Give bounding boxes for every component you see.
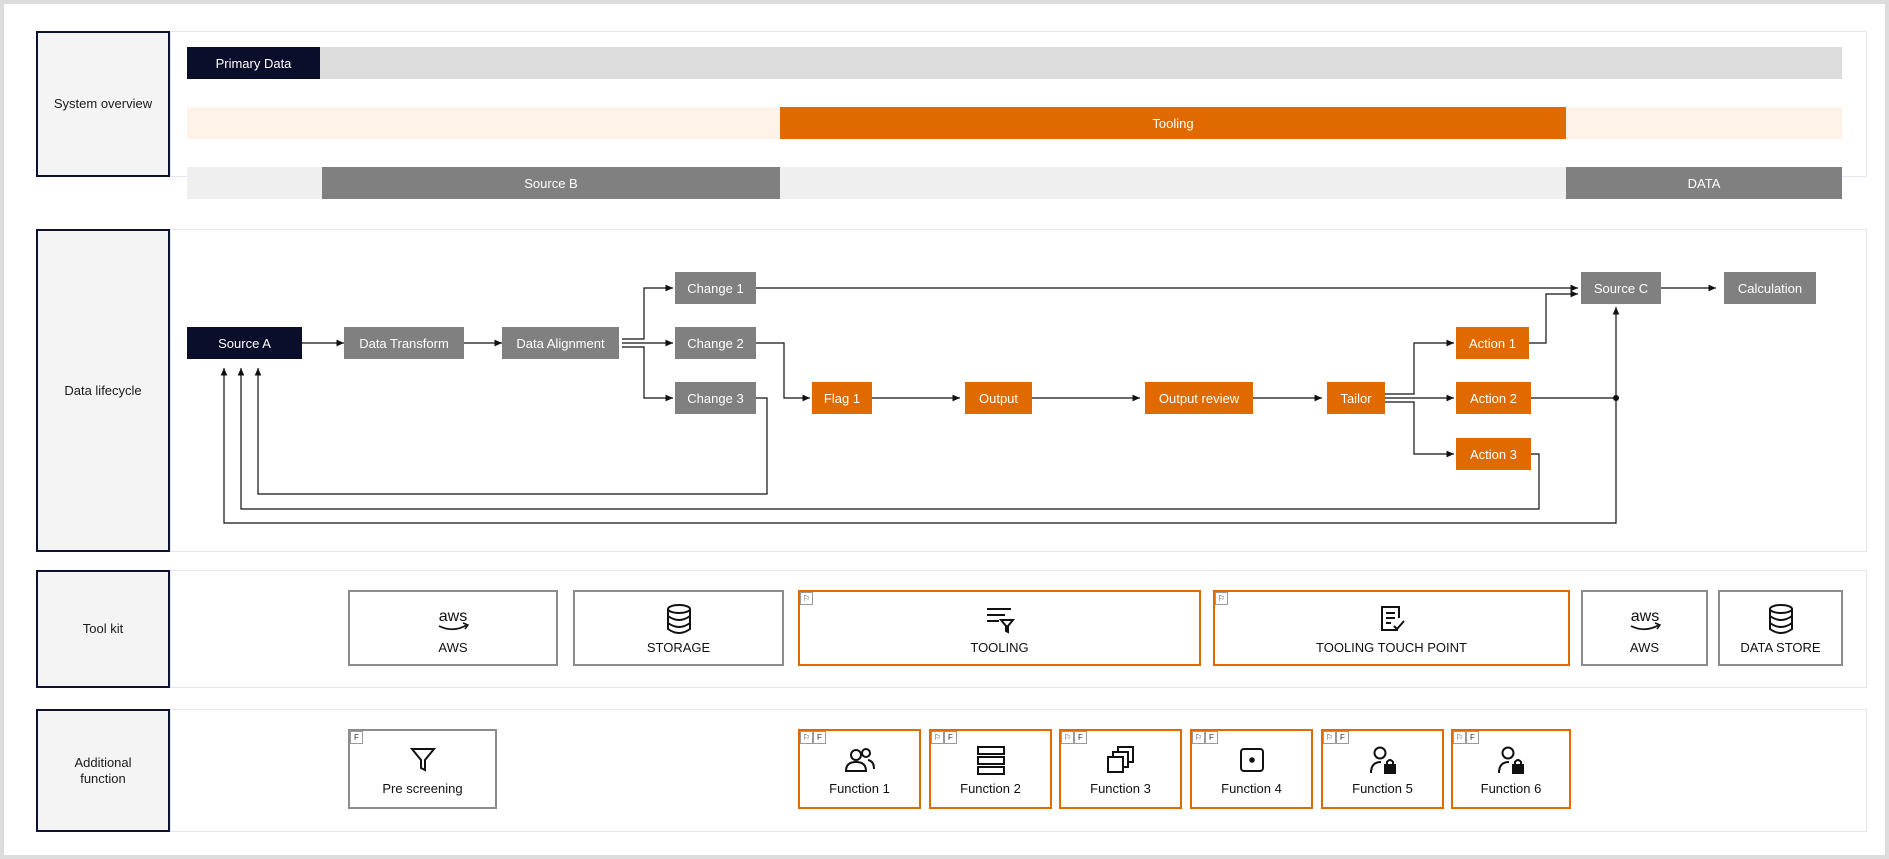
document-check-icon bbox=[1378, 602, 1406, 636]
row-label-text: Additional bbox=[74, 754, 132, 770]
tool-tooling-touch-point: ⚐ TOOLING TOUCH POINT bbox=[1213, 590, 1570, 666]
tool-label: AWS bbox=[1629, 639, 1660, 655]
function-label: Function 1 bbox=[829, 780, 890, 796]
loop-junction-to-source-a bbox=[220, 368, 1617, 524]
tool-data-store: DATA STORE bbox=[1718, 590, 1843, 666]
f-tag: F bbox=[1074, 731, 1087, 744]
row-label-text: Tool kit bbox=[82, 621, 124, 636]
node-source-a: Source A bbox=[187, 327, 302, 359]
node-action-2: Action 2 bbox=[1456, 382, 1531, 414]
f-tag: F bbox=[813, 731, 826, 744]
flag-icon: ⚐ bbox=[1192, 731, 1205, 744]
copy-stack-icon bbox=[1106, 743, 1136, 777]
node-label: Flag 1 bbox=[823, 390, 861, 406]
node-change-3: Change 3 bbox=[675, 382, 756, 414]
tool-aws-1: aws AWS bbox=[348, 590, 558, 666]
funnel-icon bbox=[409, 743, 436, 777]
node-label: Tailor bbox=[1340, 390, 1372, 406]
function-3: ⚐ F Function 3 bbox=[1059, 729, 1182, 809]
additional-function-label: Additional function bbox=[36, 709, 170, 832]
diagram-canvas: System overview Primary Data Tooling Sou… bbox=[4, 4, 1885, 855]
node-label: Change 2 bbox=[687, 335, 744, 351]
f-tag: F bbox=[1466, 731, 1479, 744]
flag-icon: ⚐ bbox=[800, 731, 813, 744]
aws-logo-icon: aws bbox=[1625, 602, 1665, 636]
svg-text:aws: aws bbox=[439, 608, 467, 625]
users-icon bbox=[844, 743, 876, 777]
function-5: ⚐ F Function 5 bbox=[1321, 729, 1444, 809]
node-tailor: Tailor bbox=[1327, 382, 1385, 414]
tool-label: AWS bbox=[438, 639, 468, 655]
node-flag-1: Flag 1 bbox=[812, 382, 872, 414]
node-label: Data Alignment bbox=[516, 335, 605, 351]
function-4: ⚐ F Function 4 bbox=[1190, 729, 1313, 809]
user-lock-icon bbox=[1496, 743, 1526, 777]
node-output: Output bbox=[965, 382, 1032, 414]
node-action-1: Action 1 bbox=[1456, 327, 1529, 359]
node-change-1: Change 1 bbox=[675, 272, 756, 304]
arrow-alignment-to-change-1 bbox=[622, 284, 673, 340]
node-action-3: Action 3 bbox=[1456, 438, 1531, 470]
arrow-action-1-to-source-c bbox=[1525, 290, 1578, 344]
tool-aws-2: aws AWS bbox=[1581, 590, 1708, 666]
flag-icon: ⚐ bbox=[1061, 731, 1074, 744]
node-label: Action 2 bbox=[1470, 390, 1517, 406]
node-calculation: Calculation bbox=[1724, 272, 1816, 304]
flag-icon: ⚐ bbox=[931, 731, 944, 744]
node-label: Action 3 bbox=[1470, 446, 1517, 462]
tool-storage: STORAGE bbox=[573, 590, 784, 666]
tool-kit-label: Tool kit bbox=[36, 570, 170, 688]
arrow-alignment-to-change-3 bbox=[622, 346, 673, 402]
dice-icon bbox=[1238, 743, 1266, 777]
function-label: Function 4 bbox=[1221, 780, 1282, 796]
function-label: Function 6 bbox=[1480, 780, 1542, 796]
arrow-tailor-to-action-1 bbox=[1384, 339, 1454, 395]
function-1: ⚐ F Function 1 bbox=[798, 729, 921, 809]
node-label: Source C bbox=[1593, 280, 1649, 296]
tool-label: TOOLING TOUCH POINT bbox=[1316, 639, 1467, 655]
node-output-review: Output review bbox=[1145, 382, 1253, 414]
node-label: Source A bbox=[218, 335, 271, 351]
function-label: Pre screening bbox=[382, 780, 463, 796]
node-data-alignment: Data Alignment bbox=[502, 327, 619, 359]
tool-tooling: ⚐ TOOLING bbox=[798, 590, 1201, 666]
flag-icon: ⚐ bbox=[1215, 592, 1228, 605]
function-2: ⚐ F Function 2 bbox=[929, 729, 1052, 809]
node-label: Action 1 bbox=[1469, 335, 1516, 351]
f-tag: F bbox=[944, 731, 957, 744]
arrow-tailor-to-action-3 bbox=[1384, 401, 1454, 458]
function-pre-screening: F Pre screening bbox=[348, 729, 497, 809]
tool-label: TOOLING bbox=[970, 639, 1029, 655]
function-6: ⚐ F Function 6 bbox=[1451, 729, 1571, 809]
svg-text:aws: aws bbox=[1630, 608, 1658, 625]
flag-icon: ⚐ bbox=[800, 592, 813, 605]
database-icon bbox=[665, 602, 693, 636]
node-source-c: Source C bbox=[1581, 272, 1661, 304]
filter-list-icon bbox=[985, 602, 1015, 636]
function-label: Function 2 bbox=[960, 780, 1021, 796]
row-label-text: function bbox=[80, 770, 126, 786]
node-label: Output review bbox=[1158, 390, 1240, 406]
tool-label: STORAGE bbox=[646, 639, 711, 655]
tool-label: DATA STORE bbox=[1740, 639, 1821, 655]
node-label: Data Transform bbox=[359, 335, 449, 351]
node-change-2: Change 2 bbox=[675, 327, 756, 359]
node-label: Output bbox=[978, 390, 1019, 406]
f-tag: F bbox=[1205, 731, 1218, 744]
node-label: Calculation bbox=[1737, 280, 1803, 296]
node-label: Change 3 bbox=[687, 390, 744, 406]
arrow-change-2-to-flag-1 bbox=[756, 342, 810, 402]
f-tag: F bbox=[1336, 731, 1349, 744]
function-label: Function 5 bbox=[1352, 780, 1413, 796]
server-stack-icon bbox=[976, 743, 1006, 777]
node-data-transform: Data Transform bbox=[344, 327, 464, 359]
f-tag: F bbox=[350, 731, 363, 744]
database-icon bbox=[1767, 602, 1795, 636]
function-label: Function 3 bbox=[1090, 780, 1151, 796]
flag-icon: ⚐ bbox=[1453, 731, 1466, 744]
flag-icon: ⚐ bbox=[1323, 731, 1336, 744]
node-label: Change 1 bbox=[687, 280, 744, 296]
aws-logo-icon: aws bbox=[433, 602, 473, 636]
user-lock-icon bbox=[1368, 743, 1398, 777]
